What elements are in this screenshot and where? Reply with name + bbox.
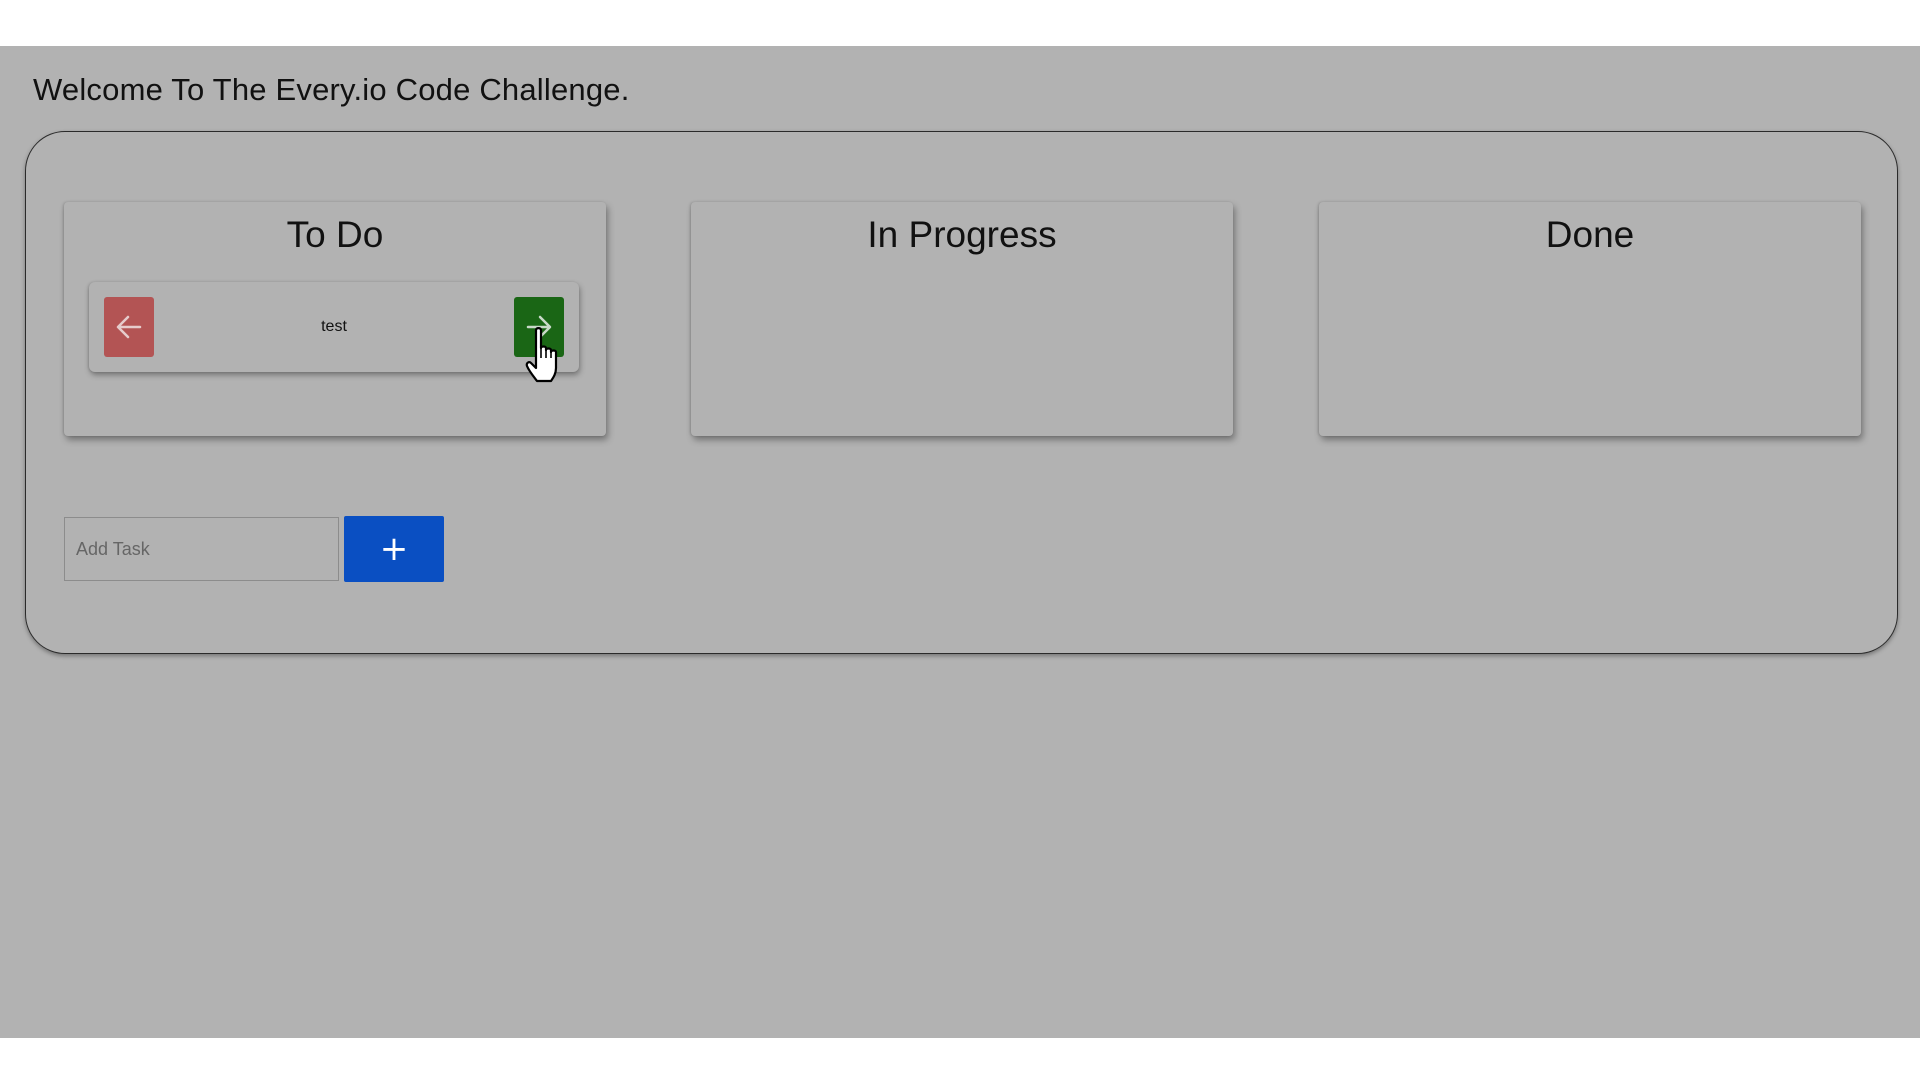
page-title: Welcome To The Every.io Code Challenge. <box>33 72 630 107</box>
column-title-in-progress: In Progress <box>867 214 1057 255</box>
move-back-button[interactable] <box>104 297 154 357</box>
add-task-button[interactable]: + <box>344 516 444 582</box>
column-title-todo: To Do <box>286 214 384 255</box>
arrow-right-icon <box>526 315 552 339</box>
move-forward-button[interactable] <box>514 297 564 357</box>
arrow-left-icon <box>116 315 142 339</box>
column-done: Done <box>1319 202 1861 436</box>
task-card: test <box>89 282 579 372</box>
add-task-input[interactable] <box>64 517 339 581</box>
app-page: Welcome To The Every.io Code Challenge. … <box>0 46 1920 1038</box>
task-board: To Do test In Progress Done Add Task + <box>25 131 1898 654</box>
column-title-done: Done <box>1545 214 1635 255</box>
column-in-progress: In Progress <box>691 202 1233 436</box>
column-todo: To Do test <box>64 202 606 436</box>
task-text: test <box>321 318 347 335</box>
